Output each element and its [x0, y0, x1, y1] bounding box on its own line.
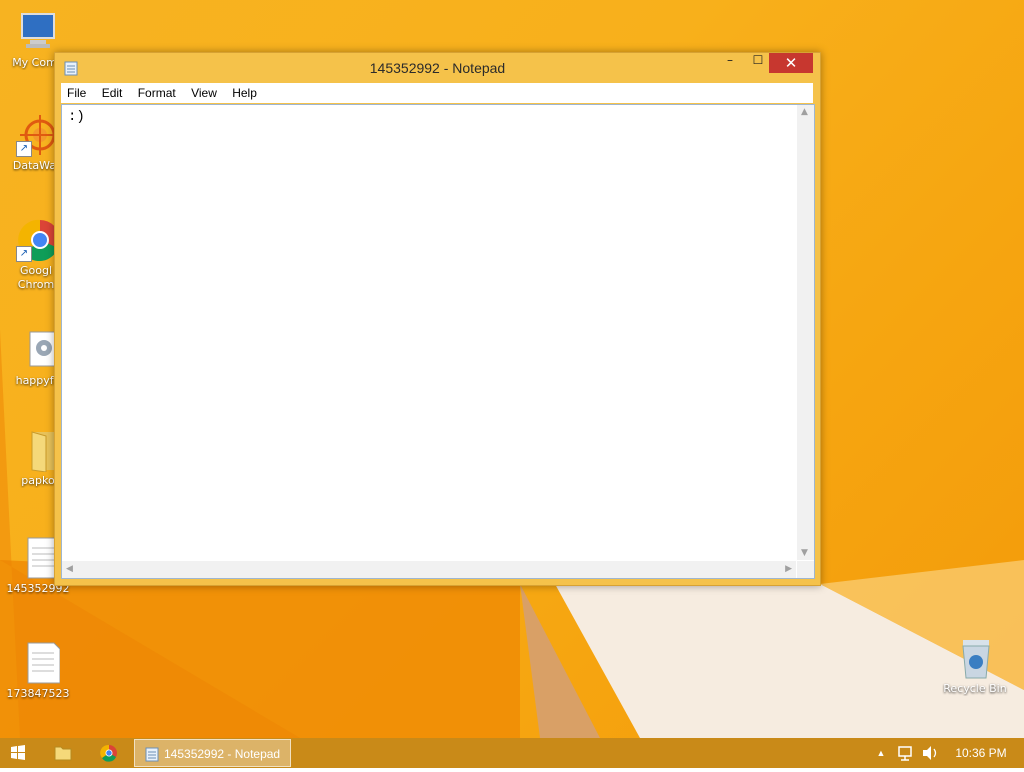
scroll-up-icon[interactable]: ▲: [801, 107, 808, 117]
text-content[interactable]: :): [62, 105, 796, 560]
shortcut-arrow-icon: ↗: [16, 246, 32, 262]
maximize-button[interactable]: ☐: [745, 53, 771, 73]
desktop-icon-label: Recycle Bin: [943, 682, 1007, 695]
close-button[interactable]: ✕: [769, 53, 813, 73]
chrome-icon: [100, 744, 117, 762]
menu-view[interactable]: View: [185, 83, 223, 100]
network-icon[interactable]: [896, 738, 916, 768]
computer-icon: [16, 10, 60, 54]
desktop-icon-173847523[interactable]: 173847523: [0, 641, 76, 701]
taskbar-notepad-button[interactable]: 145352992 - Notepad: [134, 739, 291, 767]
desktop: My Comp ↗ DataWag ↗ Googl Chrom happyfa …: [0, 0, 1024, 738]
menu-edit[interactable]: Edit: [96, 83, 129, 100]
notepad-icon: [145, 747, 159, 762]
titlebar[interactable]: 145352992 - Notepad – ☐ ✕: [55, 53, 820, 83]
volume-icon[interactable]: [920, 738, 942, 768]
folder-icon: [54, 746, 72, 761]
text-editor[interactable]: :) ▲ ▼ ◀ ▶: [61, 104, 815, 579]
menu-help[interactable]: Help: [226, 83, 263, 100]
chrome-taskbar-button[interactable]: [90, 738, 128, 768]
file-explorer-button[interactable]: [44, 738, 82, 768]
vertical-scrollbar[interactable]: ▲ ▼: [797, 105, 814, 560]
taskbar-notepad-label: 145352992 - Notepad: [164, 747, 281, 761]
menu-format[interactable]: Format: [132, 83, 182, 100]
windows-logo-icon: [11, 745, 25, 760]
menu-file[interactable]: File: [61, 83, 92, 100]
horizontal-scrollbar[interactable]: ◀ ▶: [62, 561, 796, 578]
clock[interactable]: 10:36 PM: [950, 738, 1012, 768]
notepad-window[interactable]: 145352992 - Notepad – ☐ ✕ File Edit Form…: [54, 52, 821, 586]
recycle-bin-icon: [953, 636, 997, 680]
start-button[interactable]: [0, 738, 36, 768]
minimize-button[interactable]: –: [717, 53, 743, 73]
menu-bar: File Edit Format View Help: [61, 83, 813, 103]
scroll-down-icon[interactable]: ▼: [801, 548, 808, 558]
desktop-icon-recycle-bin[interactable]: Recycle Bin: [937, 636, 1013, 696]
desktop-icon-label: 173847523: [6, 687, 70, 700]
show-hidden-icons-button[interactable]: ▲: [874, 738, 888, 768]
resize-grip-icon[interactable]: [797, 561, 814, 578]
window-title: 145352992 - Notepad: [369, 60, 506, 76]
taskbar: 145352992 - Notepad ▲ 10:36 PM: [0, 738, 1024, 768]
scroll-right-icon[interactable]: ▶: [785, 564, 792, 574]
text-file-icon: [16, 641, 61, 685]
scroll-left-icon[interactable]: ◀: [66, 564, 73, 574]
shortcut-arrow-icon: ↗: [16, 141, 32, 157]
desktop-icon-label: Googl Chrom: [17, 264, 55, 291]
